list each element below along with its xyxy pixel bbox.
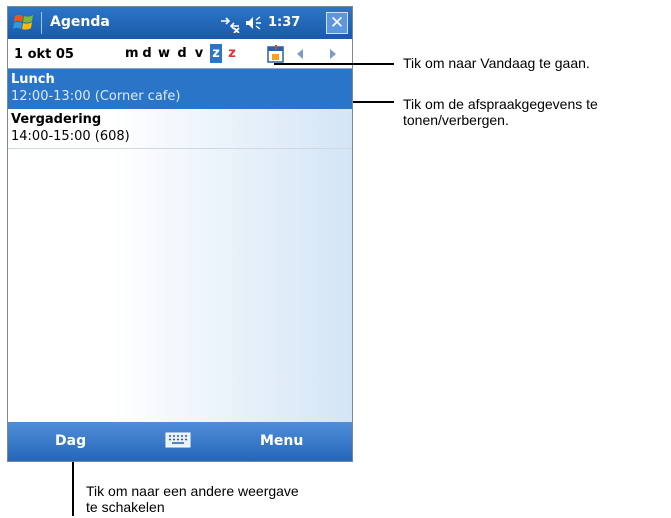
weekday-sat[interactable]: z (210, 44, 222, 63)
appointment-list: Lunch 12:00-13:00 (Corner cafe) Vergader… (8, 69, 352, 422)
callout-details-line1: Tik om de afspraakgegevens te (403, 96, 598, 112)
pocket-pc-screen: Agenda 1:37 ✕ 1 okt 05 m d w d v z z Lun… (7, 6, 353, 462)
menu-softkey[interactable]: Menu (260, 433, 303, 449)
callout-line-details (353, 101, 394, 103)
current-date[interactable]: 1 okt 05 (14, 47, 74, 62)
appointment-name: Vergadering (11, 112, 102, 127)
weekday-thu[interactable]: d (176, 44, 188, 63)
weekday-mon[interactable]: m (125, 44, 139, 63)
callout-today: Tik om naar Vandaag te gaan. (403, 55, 590, 71)
callout-view-line2: te schakelen (86, 499, 165, 515)
today-icon[interactable] (267, 44, 285, 63)
close-button[interactable]: ✕ (326, 12, 348, 34)
volume-icon[interactable] (245, 16, 265, 30)
appointment-time: 14:00-15:00 (608) (11, 129, 130, 144)
title-bar: Agenda 1:37 ✕ (8, 7, 352, 39)
weekday-tue[interactable]: d (141, 44, 153, 63)
appointment-vergadering[interactable]: Vergadering 14:00-15:00 (608) (8, 109, 352, 149)
windows-start-icon[interactable] (12, 11, 36, 35)
appointment-lunch[interactable]: Lunch 12:00-13:00 (Corner cafe) (8, 69, 352, 109)
appointment-name: Lunch (11, 72, 55, 87)
title-separator (41, 12, 42, 34)
callout-line-today (274, 63, 394, 65)
appointment-time: 12:00-13:00 (Corner cafe) (11, 89, 181, 104)
view-softkey[interactable]: Dag (55, 433, 86, 449)
app-title: Agenda (50, 14, 110, 30)
menu-bar: Dag Menu (8, 422, 352, 461)
callout-line-view (72, 462, 74, 516)
weekday-sun[interactable]: z (226, 44, 238, 63)
clock[interactable]: 1:37 (268, 15, 300, 30)
previous-week-arrow[interactable] (297, 49, 303, 59)
connectivity-icon[interactable] (219, 15, 241, 33)
callout-details-line2: tonen/verbergen. (403, 112, 509, 128)
next-week-arrow[interactable] (330, 49, 336, 59)
keyboard-icon[interactable] (165, 432, 191, 448)
weekday-wed[interactable]: w (158, 44, 170, 63)
weekday-fri[interactable]: v (193, 44, 205, 63)
callout-view-line1: Tik om naar een andere weergave (86, 483, 299, 499)
